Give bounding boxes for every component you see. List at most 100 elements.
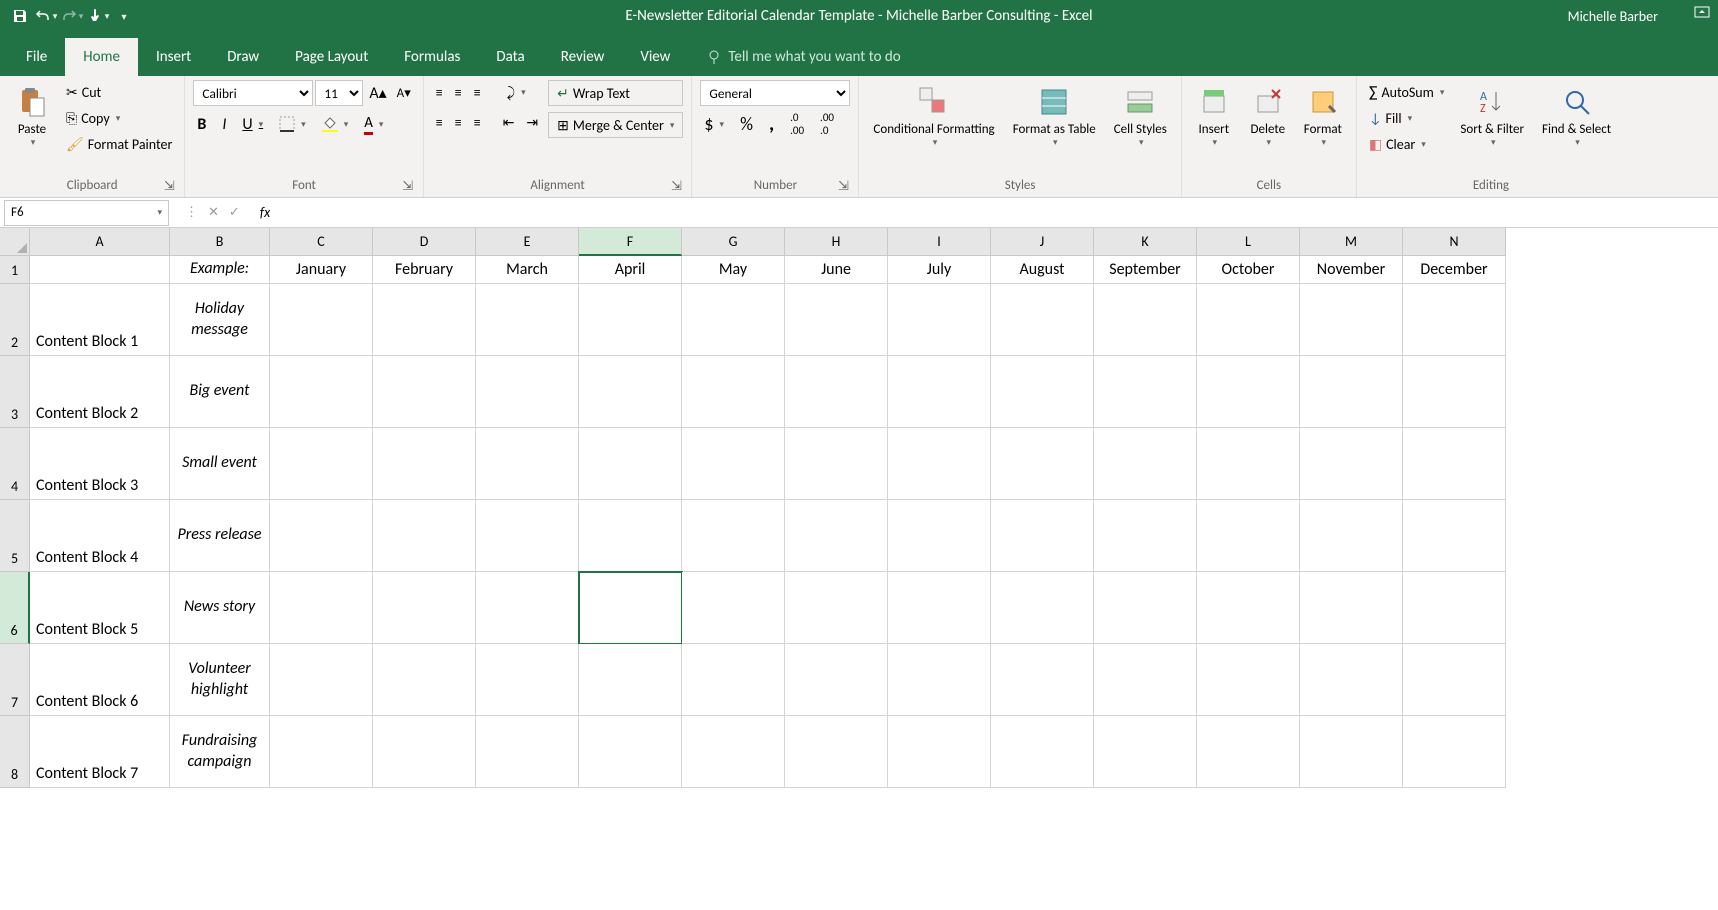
format-as-table-button[interactable]: Format as Table▾ (1007, 80, 1102, 152)
cell[interactable] (476, 644, 579, 716)
column-header-J[interactable]: J (991, 228, 1094, 256)
fill-button[interactable]: ↓Fill▾ (1365, 106, 1449, 130)
fill-color-button[interactable]: ▾ (318, 112, 353, 136)
cell[interactable] (270, 644, 373, 716)
column-header-K[interactable]: K (1094, 228, 1197, 256)
cell[interactable]: November (1300, 256, 1403, 284)
row-header-6[interactable]: 6 (0, 572, 30, 644)
borders-button[interactable]: ▾ (275, 112, 310, 136)
cell[interactable] (476, 716, 579, 788)
column-header-B[interactable]: B (170, 228, 270, 256)
tab-home[interactable]: Home (65, 38, 138, 76)
cell[interactable] (373, 716, 476, 788)
namebox-more-icon[interactable]: ⋮ (185, 205, 198, 220)
cell[interactable]: September (1094, 256, 1197, 284)
autosum-button[interactable]: ∑AutoSum▾ (1365, 80, 1449, 104)
cell[interactable] (991, 500, 1094, 572)
wrap-text-button[interactable]: ↵Wrap Text (548, 80, 683, 106)
cell[interactable] (991, 644, 1094, 716)
cell[interactable]: News story (170, 572, 270, 644)
cell[interactable] (682, 644, 785, 716)
cell[interactable] (1197, 644, 1300, 716)
cell[interactable] (579, 356, 682, 428)
format-painter-button[interactable]: 🖌Format Painter (62, 132, 176, 156)
cell[interactable]: August (991, 256, 1094, 284)
cell[interactable] (785, 356, 888, 428)
cell[interactable]: April (579, 256, 682, 284)
cell[interactable]: Press release (170, 500, 270, 572)
cut-button[interactable]: ✂Cut (62, 80, 176, 104)
cell[interactable]: January (270, 256, 373, 284)
font-size-select[interactable]: 11 (315, 80, 363, 106)
cell[interactable] (785, 500, 888, 572)
tab-draw[interactable]: Draw (209, 38, 277, 76)
cell[interactable] (888, 572, 991, 644)
cell-styles-button[interactable]: Cell Styles▾ (1108, 80, 1173, 152)
cell[interactable] (785, 428, 888, 500)
cell[interactable] (991, 572, 1094, 644)
cell[interactable] (682, 500, 785, 572)
cell[interactable] (270, 500, 373, 572)
cell[interactable]: Small event (170, 428, 270, 500)
accounting-format-button[interactable]: $▾ (700, 112, 728, 136)
align-center-icon[interactable]: ≡ (451, 110, 466, 134)
cell[interactable] (1403, 284, 1506, 356)
delete-button[interactable]: Delete▾ (1244, 80, 1292, 152)
row-header-4[interactable]: 4 (0, 428, 30, 500)
cell[interactable] (270, 716, 373, 788)
cell[interactable]: Content Block 4 (30, 500, 170, 572)
merge-center-button[interactable]: ⊞Merge & Center▾ (548, 112, 683, 138)
fx-icon[interactable]: fx (252, 204, 278, 221)
cell[interactable]: Content Block 2 (30, 356, 170, 428)
cell[interactable]: June (785, 256, 888, 284)
column-header-L[interactable]: L (1197, 228, 1300, 256)
cell[interactable] (1403, 644, 1506, 716)
tab-formulas[interactable]: Formulas (386, 38, 478, 76)
cell[interactable] (476, 428, 579, 500)
cell[interactable] (373, 500, 476, 572)
cell[interactable] (476, 356, 579, 428)
increase-decimal-button[interactable]: .0.00 (786, 112, 808, 136)
cell[interactable]: May (682, 256, 785, 284)
cell[interactable] (476, 500, 579, 572)
cell[interactable] (1300, 716, 1403, 788)
align-middle-icon[interactable]: ≡ (451, 80, 466, 104)
column-header-A[interactable]: A (30, 228, 170, 256)
cell[interactable]: Content Block 3 (30, 428, 170, 500)
column-header-D[interactable]: D (373, 228, 476, 256)
align-top-icon[interactable]: ≡ (432, 80, 447, 104)
underline-button[interactable]: U▾ (238, 112, 267, 136)
cell[interactable] (476, 572, 579, 644)
cell[interactable] (270, 356, 373, 428)
cell[interactable] (991, 716, 1094, 788)
cell[interactable] (1403, 716, 1506, 788)
cell[interactable] (1300, 284, 1403, 356)
tab-page-layout[interactable]: Page Layout (277, 38, 386, 76)
undo-icon[interactable]: ▾ (34, 4, 58, 28)
cell[interactable] (579, 716, 682, 788)
cell[interactable] (785, 572, 888, 644)
cell[interactable] (888, 716, 991, 788)
cell[interactable] (476, 284, 579, 356)
number-launcher-icon[interactable]: ⇲ (836, 179, 850, 193)
cell[interactable] (1403, 572, 1506, 644)
grow-font-icon[interactable]: A▴ (365, 81, 390, 105)
cell[interactable] (579, 428, 682, 500)
comma-format-button[interactable]: , (765, 112, 778, 136)
column-header-F[interactable]: F (579, 228, 682, 256)
cell[interactable] (1094, 500, 1197, 572)
copy-button[interactable]: ⎘Copy▾ (62, 106, 176, 130)
align-right-icon[interactable]: ≡ (470, 110, 485, 134)
cell[interactable]: Fundraising campaign (170, 716, 270, 788)
cell[interactable] (1197, 572, 1300, 644)
font-launcher-icon[interactable]: ⇲ (401, 179, 415, 193)
name-box[interactable]: F6▾ (4, 200, 169, 226)
cell[interactable] (1094, 284, 1197, 356)
cell[interactable] (1094, 572, 1197, 644)
tab-insert[interactable]: Insert (138, 38, 209, 76)
cell[interactable] (1300, 500, 1403, 572)
cell[interactable] (1403, 500, 1506, 572)
ribbon-display-icon[interactable] (1694, 6, 1710, 22)
select-all-corner[interactable] (0, 228, 30, 256)
cell[interactable] (270, 572, 373, 644)
